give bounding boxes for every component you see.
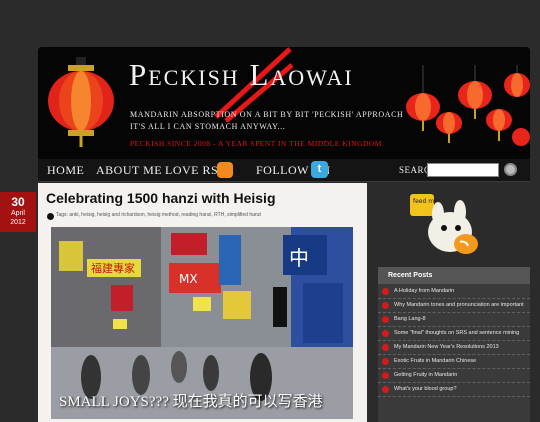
post-tags[interactable]: Tags: anki, heisig, heisig and richardso… xyxy=(56,212,261,218)
recent-post-item[interactable]: A Holiday from Mandarin xyxy=(378,285,530,299)
recent-post-item[interactable]: Getting Fruity in Mandarin xyxy=(378,369,530,383)
bullet-icon xyxy=(382,330,389,337)
recent-post-item[interactable]: What's your blood group? xyxy=(378,383,530,397)
nav-about[interactable]: About Me xyxy=(96,163,162,178)
site-title[interactable]: Peckish Laowai xyxy=(129,57,354,93)
recent-post-item[interactable]: My Mandarin New Year's Resolutions 2013 xyxy=(378,341,530,355)
bullet-icon xyxy=(382,358,389,365)
recent-post-link[interactable]: Bang Lang-8 xyxy=(394,316,426,322)
main-nav: Home About Me Love RSS? Follow On t Sear… xyxy=(38,159,530,182)
bullet-icon xyxy=(382,316,389,323)
sign-text-3: 中 xyxy=(289,246,309,270)
rss-icon[interactable] xyxy=(217,162,233,178)
search-go-icon[interactable] xyxy=(504,163,517,176)
recent-post-item[interactable]: Some "final" thoughts on SRS and sentenc… xyxy=(378,327,530,341)
recent-post-link[interactable]: What's your blood group? xyxy=(394,386,457,392)
since-text: Peckish since 2008 - a year spent in the… xyxy=(130,139,385,148)
recent-post-link[interactable]: Exotic Fruits in Mandarin Chinese xyxy=(394,358,476,364)
bullet-icon xyxy=(382,302,389,309)
lantern-left-icon xyxy=(48,57,114,147)
post-photo: 福建專家 MX 中 SMALL JOYS??? 现在我真的可以写香港 xyxy=(51,227,353,419)
recent-posts-widget: Recent Posts A Holiday from Mandarin Why… xyxy=(378,267,530,422)
recent-posts-list: A Holiday from Mandarin Why Mandarin ton… xyxy=(378,285,530,397)
photo-caption: SMALL JOYS??? 现在我真的可以写香港 xyxy=(59,394,323,410)
post-title[interactable]: Celebrating 1500 hanzi with Heisig xyxy=(46,190,276,206)
post-date-badge: 30 April 2012 xyxy=(0,192,36,232)
recent-posts-title: Recent Posts xyxy=(378,267,530,284)
recent-post-link[interactable]: Getting Fruity in Mandarin xyxy=(394,372,457,378)
nav-home[interactable]: Home xyxy=(47,163,84,178)
lantern-cluster-icon xyxy=(406,65,530,146)
bullet-icon xyxy=(382,288,389,295)
recent-post-link[interactable]: A Holiday from Mandarin xyxy=(394,288,454,294)
tag-icon xyxy=(47,213,54,220)
twitter-icon[interactable]: t xyxy=(311,161,328,178)
post-date-day: 30 xyxy=(11,195,25,209)
recent-post-link[interactable]: Why Mandarin tones and pronunciation are… xyxy=(394,302,524,308)
sign-text-2: MX xyxy=(179,272,198,286)
bullet-icon xyxy=(382,372,389,379)
tagline-line-1: Mandarin absorption on a bit by bit 'pec… xyxy=(130,110,404,119)
post-date-year: 2012 xyxy=(10,219,26,226)
sign-text-1: 福建專家 xyxy=(91,261,135,275)
blog-post: Celebrating 1500 hanzi with Heisig Tags:… xyxy=(38,183,367,422)
feed-mascot-icon[interactable]: feed me! xyxy=(408,192,484,260)
post-date-month: April xyxy=(10,210,25,217)
bullet-icon xyxy=(382,344,389,351)
recent-post-link[interactable]: Some "final" thoughts on SRS and sentenc… xyxy=(394,330,519,336)
recent-post-link[interactable]: My Mandarin New Year's Resolutions 2013 xyxy=(394,344,499,350)
bullet-icon xyxy=(382,386,389,393)
tagline-line-2: it's all I can stomach anyway... xyxy=(130,122,286,131)
recent-post-item[interactable]: Why Mandarin tones and pronunciation are… xyxy=(378,299,530,313)
recent-post-item[interactable]: Exotic Fruits in Mandarin Chinese xyxy=(378,355,530,369)
site-tagline: Mandarin absorption on a bit by bit 'pec… xyxy=(130,109,403,133)
recent-post-item[interactable]: Bang Lang-8 xyxy=(378,313,530,327)
search-input[interactable] xyxy=(427,163,499,177)
site-header: Peckish Laowai Mandarin absorption on a … xyxy=(38,47,530,159)
